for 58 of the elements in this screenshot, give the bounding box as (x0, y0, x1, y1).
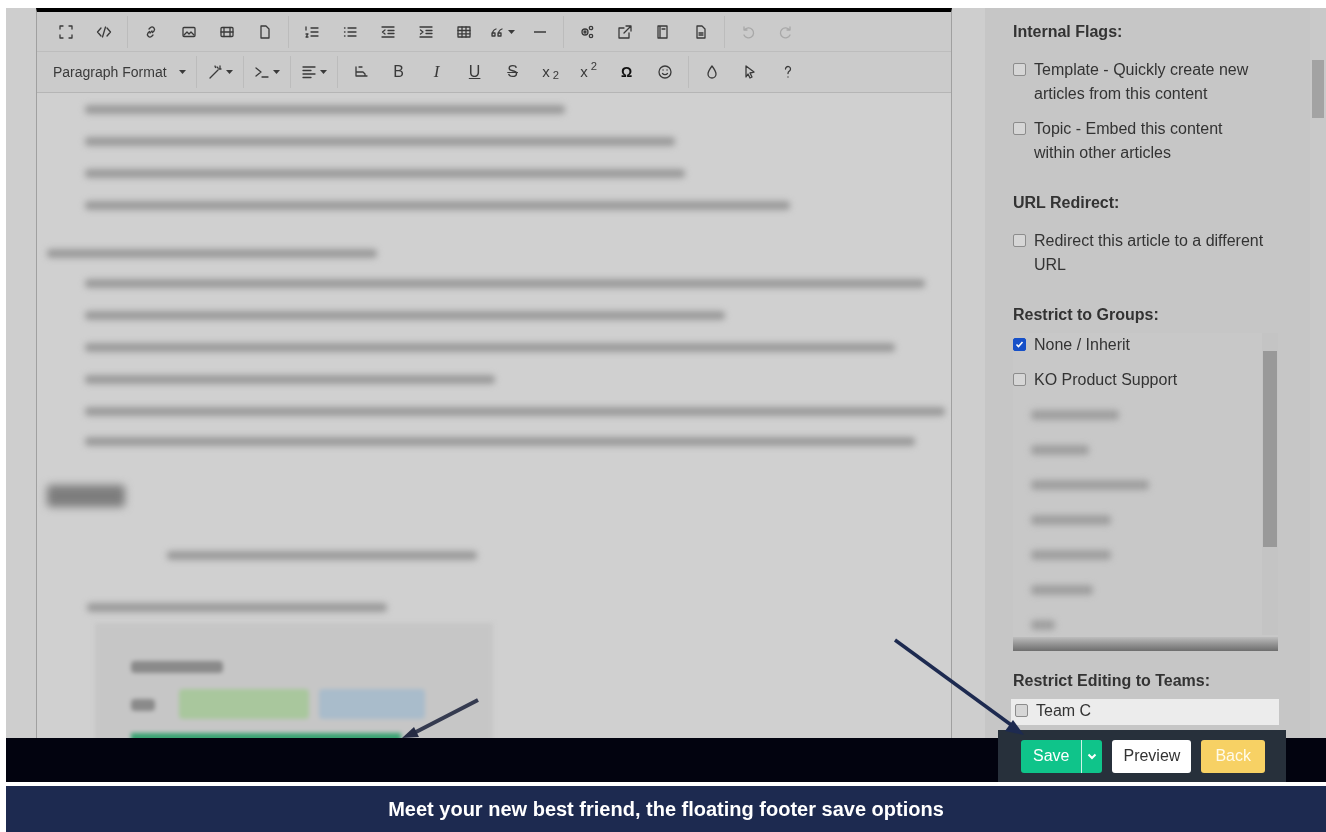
blurred-text (1031, 445, 1089, 455)
underline-button[interactable]: U (455, 57, 494, 87)
option-label[interactable]: Topic - Embed this content within other articles (1034, 117, 1266, 165)
indent-icon (418, 23, 434, 40)
checkmark-icon (1015, 340, 1024, 349)
caret-icon (508, 29, 515, 34)
fullscreen-icon (58, 23, 74, 40)
caret-icon (319, 70, 327, 74)
checkbox[interactable] (1013, 234, 1026, 247)
outdent-icon (380, 23, 396, 40)
script-button[interactable]: x$_{2}$ (531, 57, 570, 87)
section-heading: Restrict Editing to Teams: (1013, 671, 1212, 691)
option-label[interactable]: Team C (1036, 699, 1092, 723)
preview-button[interactable]: Preview (1112, 739, 1192, 773)
horizontal-line-icon (534, 30, 546, 33)
code-icon (96, 23, 112, 40)
special-character-button[interactable]: Ω (607, 57, 646, 87)
align-icon (300, 64, 317, 80)
caret-icon (178, 70, 186, 74)
smiley-icon (656, 64, 673, 80)
book-icon (655, 23, 671, 40)
horizontal-scrollbar[interactable] (1013, 637, 1278, 651)
option-label[interactable]: Template - Quickly create new articles from this content (1034, 58, 1266, 106)
blurred-text (1031, 585, 1093, 595)
document-icon (693, 23, 709, 40)
clear-format-icon (352, 64, 369, 80)
strikethrough-button[interactable]: S (493, 57, 532, 87)
italic-button[interactable]: I (417, 57, 456, 87)
save-options-button[interactable] (1082, 739, 1103, 773)
file-icon (257, 23, 273, 40)
scrollbar-thumb[interactable] (1263, 351, 1277, 547)
bold-button[interactable]: B (379, 57, 418, 87)
section-heading: Internal Flags: (1013, 22, 1124, 42)
script-button[interactable]: x$^{2}$ (569, 57, 608, 87)
option-label[interactable]: None / Inherit (1034, 333, 1131, 357)
option-label[interactable]: Redirect this article to a different URL (1034, 229, 1266, 277)
checkbox[interactable] (1013, 63, 1026, 76)
caption-text: Meet your new best friend, the floating footer save options (388, 797, 944, 822)
table-icon (456, 23, 472, 40)
gears-icon (579, 23, 595, 40)
chevron-down-icon (1087, 752, 1098, 760)
caret-icon (272, 70, 280, 74)
scrollbar[interactable] (1310, 8, 1326, 738)
group-listbox[interactable]: None / Inherit KO Product Support (1013, 333, 1278, 651)
scrollbar-thumb[interactable] (1312, 60, 1324, 118)
option-label[interactable]: KO Product Support (1034, 368, 1178, 392)
blurred-text (1031, 620, 1055, 630)
external-link-icon (617, 23, 633, 40)
section-heading: Restrict to Groups: (1013, 305, 1160, 325)
checkbox[interactable] (1013, 338, 1026, 351)
team-listbox[interactable]: Team C (1011, 699, 1279, 725)
caret-icon (225, 70, 233, 74)
checkbox[interactable] (1013, 122, 1026, 135)
checkbox[interactable] (1015, 704, 1028, 717)
scrollbar[interactable] (1262, 333, 1278, 635)
paragraph-format-dropdown[interactable]: Paragraph Format (47, 57, 192, 87)
checkbox[interactable] (1013, 373, 1026, 386)
section-heading: URL Redirect: (1013, 193, 1121, 213)
